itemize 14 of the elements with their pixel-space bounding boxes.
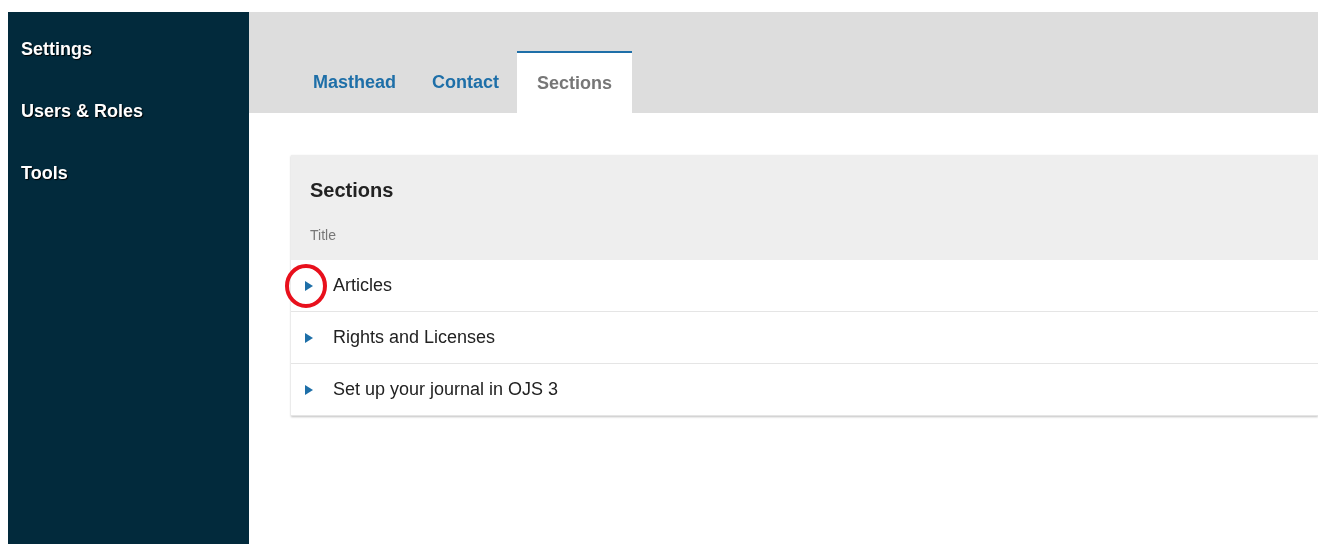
- section-title[interactable]: Set up your journal in OJS 3: [333, 376, 559, 403]
- tab[interactable]: Masthead: [295, 51, 415, 113]
- section-title[interactable]: Articles: [333, 272, 392, 299]
- column-header: Title: [310, 226, 336, 245]
- expand-icon[interactable]: [305, 280, 313, 291]
- tab[interactable]: Sections: [517, 51, 633, 113]
- sidebar-item[interactable]: Settings: [21, 37, 92, 61]
- expand-icon[interactable]: [305, 332, 313, 343]
- section-title[interactable]: Rights and Licenses: [333, 324, 496, 351]
- expand-icon[interactable]: [305, 384, 313, 395]
- panel-title: Sections: [310, 178, 394, 203]
- tab[interactable]: Contact: [414, 51, 518, 113]
- sidebar-item[interactable]: Tools: [21, 161, 68, 185]
- sidebar-item[interactable]: Users & Roles: [21, 99, 144, 123]
